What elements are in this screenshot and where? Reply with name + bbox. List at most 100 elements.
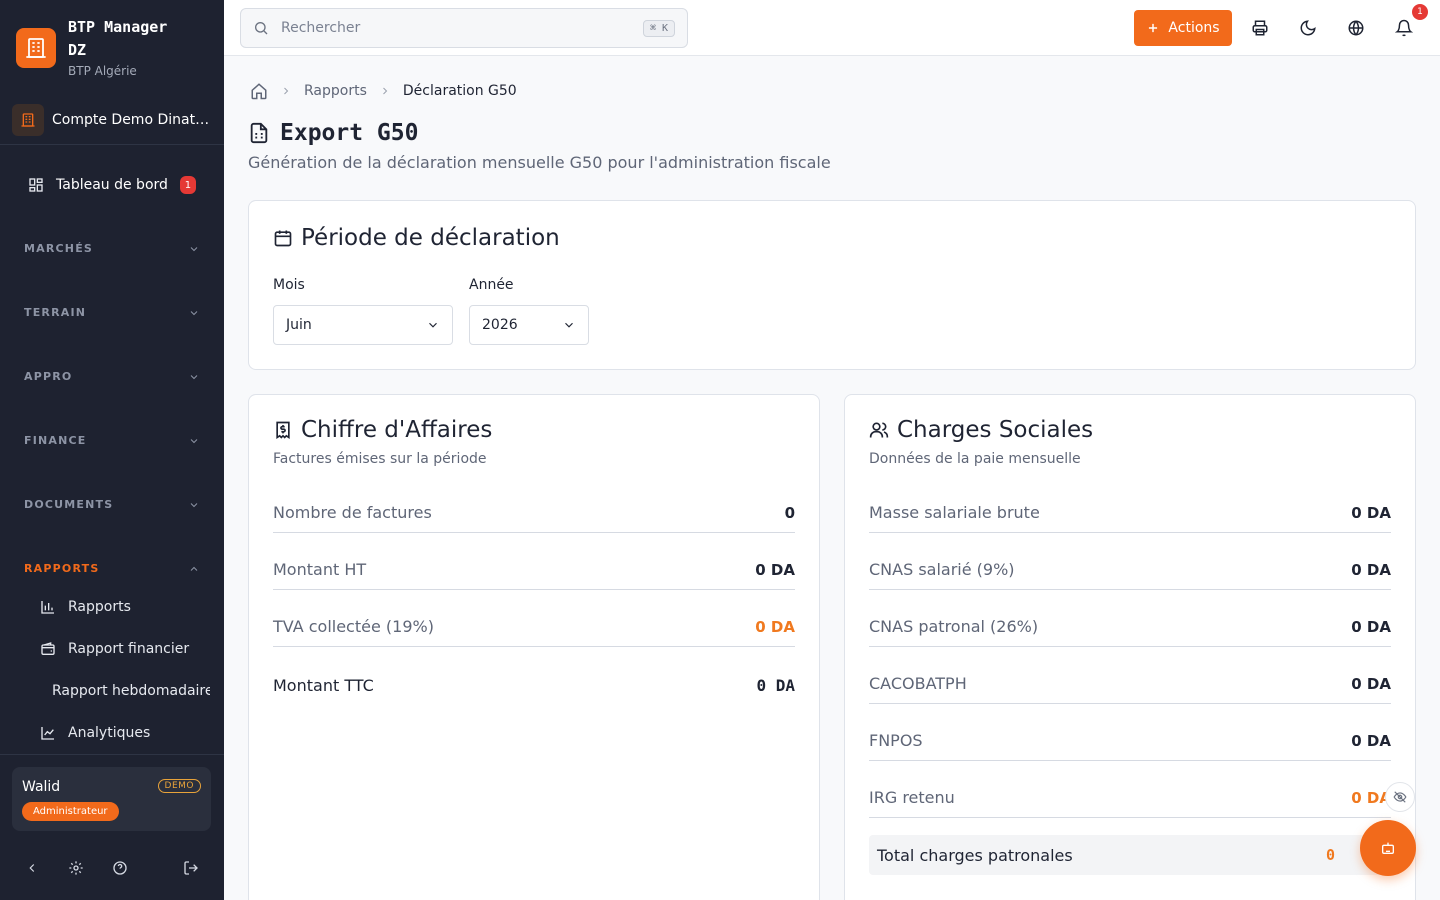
row-label: Masse salariale brute xyxy=(869,503,1040,522)
month-label: Mois xyxy=(273,277,305,293)
row-value: 0 DA xyxy=(755,617,795,636)
demo-badge: DEMO xyxy=(157,779,201,793)
hide-assistant-button[interactable] xyxy=(1385,782,1415,812)
social-row: FNPOS 0 DA xyxy=(869,721,1391,761)
sidebar-item-analytiques[interactable]: Analytiques xyxy=(40,719,210,747)
brand-name: BTP Manager DZ xyxy=(68,18,168,59)
eye-off-icon xyxy=(1393,791,1407,803)
building-icon xyxy=(12,104,44,136)
sidebar-item-rapports[interactable]: Rapports xyxy=(40,593,210,621)
chevron-down-icon xyxy=(190,438,198,443)
social-row: Masse salariale brute 0 DA xyxy=(869,493,1391,533)
section-appro[interactable]: APPRO xyxy=(24,370,200,383)
period-card: Période de déclaration Mois Juin Année 2… xyxy=(248,200,1416,370)
breadcrumb: Rapports Déclaration G50 xyxy=(250,82,517,100)
section-documents[interactable]: DOCUMENTS xyxy=(24,498,200,511)
printer-icon xyxy=(1252,20,1268,36)
row-value: 0 DA xyxy=(1351,560,1391,579)
revenue-row: Nombre de factures 0 xyxy=(273,493,795,533)
topbar: Rechercher ⌘ K Actions 1 xyxy=(224,0,1440,56)
theme-toggle-button[interactable] xyxy=(1298,18,1318,38)
revenue-row: Montant HT 0 DA xyxy=(273,550,795,590)
language-button[interactable] xyxy=(1346,18,1366,38)
sidebar-item-dashboard[interactable]: Tableau de bord 1 xyxy=(16,168,208,202)
sidebar-item-rapport-hebdomadaire[interactable]: Rapport hebdomadaire xyxy=(40,677,210,705)
chevron-left-icon xyxy=(29,864,35,872)
section-marches[interactable]: MARCHÉS xyxy=(24,242,200,255)
month-select[interactable]: Juin xyxy=(273,305,453,345)
social-total-row: Total charges patronales 0 xyxy=(869,835,1391,875)
row-value: 0 xyxy=(784,503,795,522)
sidebar: BTP Manager DZ BTP Algérie Compte Demo D… xyxy=(0,0,224,900)
social-charges-card: Charges Sociales Données de la paie mens… xyxy=(844,394,1416,900)
revenue-card: Chiffre d'Affaires Factures émises sur l… xyxy=(248,394,820,900)
collapse-sidebar-button[interactable] xyxy=(22,858,42,878)
globe-icon xyxy=(1348,20,1364,36)
help-button[interactable] xyxy=(110,858,130,878)
bell-icon xyxy=(1395,19,1413,37)
row-value: 0 DA xyxy=(756,675,795,695)
section-finance[interactable]: FINANCE xyxy=(24,434,200,447)
row-label: CNAS patronal (26%) xyxy=(869,617,1039,636)
building-icon xyxy=(16,28,56,68)
row-label: CACOBATPH xyxy=(869,674,967,693)
page-title-text: Export G50 xyxy=(280,120,419,146)
row-label: Montant TTC xyxy=(273,675,374,695)
search-shortcut: ⌘ K xyxy=(642,19,675,37)
actions-button[interactable]: Actions xyxy=(1134,10,1232,46)
row-label: CNAS salarié (9%) xyxy=(869,560,1015,579)
card-title-text: Chiffre d'Affaires xyxy=(301,417,493,443)
year-select[interactable]: 2026 xyxy=(469,305,589,345)
brand[interactable]: BTP Manager DZ BTP Algérie xyxy=(16,16,192,78)
moon-icon xyxy=(1300,20,1316,36)
wallet-icon xyxy=(41,642,55,655)
breadcrumb-parent[interactable]: Rapports xyxy=(304,83,367,99)
actions-label: Actions xyxy=(1168,20,1220,36)
chevron-down-icon xyxy=(429,322,437,328)
divider xyxy=(0,144,224,145)
chevron-down-icon xyxy=(190,246,198,251)
social-row: CNAS patronal (26%) 0 DA xyxy=(869,607,1391,647)
sidebar-item-rapport-financier[interactable]: Rapport financier xyxy=(40,635,210,663)
sidebar-item-label: Rapport financier xyxy=(68,641,190,657)
section-terrain[interactable]: TERRAIN xyxy=(24,306,200,319)
notifications-button[interactable] xyxy=(1394,18,1414,38)
row-value: 0 DA xyxy=(1351,731,1391,750)
chevron-down-icon xyxy=(565,322,573,328)
row-value: 0 DA xyxy=(1351,617,1391,636)
print-button[interactable] xyxy=(1250,18,1270,38)
section-rapports[interactable]: RAPPORTS xyxy=(24,562,200,575)
search-input[interactable]: Rechercher xyxy=(281,20,631,36)
row-value: 0 DA xyxy=(1351,503,1391,522)
social-row: IRG retenu 0 DA xyxy=(869,778,1391,818)
account-name: Compte Demo Dinatech xyxy=(52,112,210,128)
revenue-card-desc: Factures émises sur la période xyxy=(273,451,487,467)
account-switcher[interactable]: Compte Demo Dinatech xyxy=(12,104,212,136)
user-name: Walid xyxy=(22,779,61,795)
assistant-fab[interactable] xyxy=(1360,820,1416,876)
home-icon[interactable] xyxy=(250,82,268,100)
search-bar[interactable]: Rechercher ⌘ K xyxy=(240,8,688,48)
help-circle-icon xyxy=(113,861,127,875)
row-label: FNPOS xyxy=(869,731,923,750)
chevron-down-icon xyxy=(190,374,198,379)
user-card[interactable]: Walid DEMO Administrateur xyxy=(12,767,211,831)
social-row: CNAS salarié (9%) 0 DA xyxy=(869,550,1391,590)
chevron-right-icon xyxy=(383,87,388,95)
revenue-row: TVA collectée (19%) 0 DA xyxy=(273,607,795,647)
chevron-down-icon xyxy=(190,502,198,507)
chevron-down-icon xyxy=(190,310,198,315)
row-label: IRG retenu xyxy=(869,788,955,807)
dashboard-icon xyxy=(29,178,43,192)
year-value: 2026 xyxy=(482,317,518,333)
users-icon xyxy=(869,422,889,438)
card-title-text: Charges Sociales xyxy=(897,417,1094,443)
chevron-right-icon xyxy=(284,87,289,95)
page-subtitle: Génération de la déclaration mensuelle G… xyxy=(248,153,831,172)
settings-button[interactable] xyxy=(66,858,86,878)
row-label: Nombre de factures xyxy=(273,503,432,522)
bar-chart-icon xyxy=(41,601,54,614)
sidebar-footer xyxy=(0,852,224,884)
logout-button[interactable] xyxy=(181,858,201,878)
sidebar-item-label: Analytiques xyxy=(68,725,151,741)
